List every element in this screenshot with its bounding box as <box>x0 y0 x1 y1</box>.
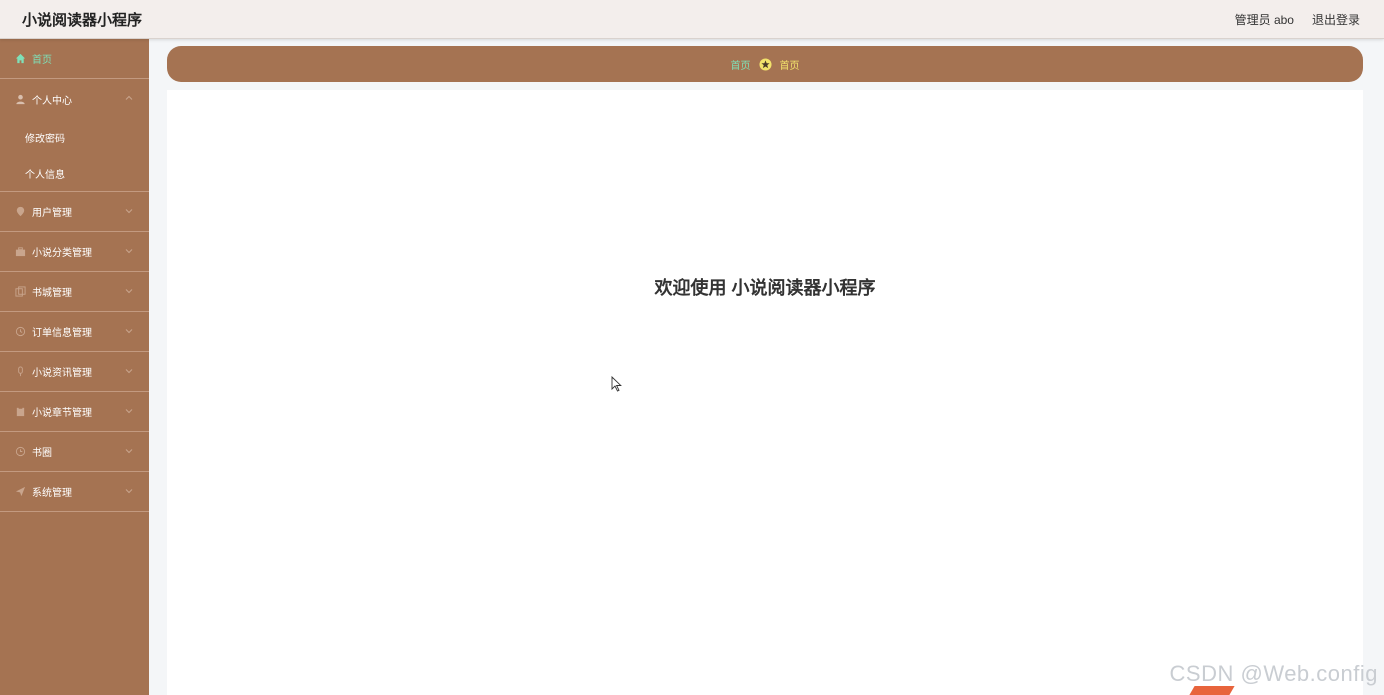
sidebar-item-label: 系统管理 <box>32 488 72 499</box>
sidebar-item-user-management[interactable]: 用户管理 <box>0 192 149 232</box>
chevron-down-icon <box>125 409 133 414</box>
user-label: 管理员 abo <box>1234 13 1294 27</box>
microphone-icon <box>14 366 26 378</box>
chevron-down-icon <box>125 329 133 334</box>
main-content: 欢迎使用 小说阅读器小程序 <box>167 90 1363 695</box>
clipboard-icon <box>14 406 26 418</box>
chevron-down-icon <box>125 449 133 454</box>
sidebar-item-personal-center[interactable]: 个人中心 <box>0 79 149 119</box>
sidebar: 首页 个人中心 修改密码 个人信息 用户管理 小说分类管理 书城管理 订单信息管… <box>0 39 149 695</box>
location-icon <box>14 206 26 218</box>
sidebar-item-label: 小说章节管理 <box>32 408 92 419</box>
sidebar-item-label: 首页 <box>32 55 52 66</box>
welcome-heading: 欢迎使用 小说阅读器小程序 <box>654 278 876 298</box>
sidebar-item-news-management[interactable]: 小说资讯管理 <box>0 352 149 392</box>
breadcrumb: 首页 首页 <box>167 46 1363 82</box>
mouse-cursor-icon <box>611 376 622 392</box>
sidebar-item-bookstore-management[interactable]: 书城管理 <box>0 272 149 312</box>
sidebar-item-label: 小说资讯管理 <box>32 368 92 379</box>
logout-button[interactable]: 退出登录 <box>1312 11 1360 28</box>
sidebar-item-category-management[interactable]: 小说分类管理 <box>0 232 149 272</box>
sidebar-item-label: 订单信息管理 <box>32 328 92 339</box>
sidebar-item-chapter-management[interactable]: 小说章节管理 <box>0 392 149 432</box>
chevron-down-icon <box>125 489 133 494</box>
chevron-down-icon <box>125 249 133 254</box>
chevron-up-icon <box>125 95 133 100</box>
watermark: CSDN @Web.config <box>1169 661 1378 686</box>
breadcrumb-current: 首页 <box>779 60 800 72</box>
chevron-down-icon <box>125 369 133 374</box>
sidebar-item-home[interactable]: 首页 <box>0 39 149 79</box>
time-icon <box>14 446 26 458</box>
app-title: 小说阅读器小程序 <box>22 12 143 29</box>
briefcase-icon <box>14 246 26 258</box>
sidebar-item-system-management[interactable]: 系统管理 <box>0 472 149 512</box>
breadcrumb-home-link[interactable]: 首页 <box>731 57 751 72</box>
chevron-down-icon <box>125 289 133 294</box>
sidebar-item-label: 书圈 <box>32 448 52 459</box>
chevron-down-icon <box>125 209 133 214</box>
user-icon <box>14 93 26 105</box>
send-icon <box>14 486 26 498</box>
sidebar-item-book-circle[interactable]: 书圈 <box>0 432 149 472</box>
user-area: 管理员 abo 退出登录 <box>1235 11 1360 28</box>
home-icon <box>14 53 26 65</box>
sidebar-item-label: 用户管理 <box>32 208 72 219</box>
sidebar-subitem-change-password[interactable]: 修改密码 <box>0 119 149 155</box>
sidebar-item-label: 小说分类管理 <box>32 248 92 259</box>
clock-icon <box>14 326 26 338</box>
star-icon <box>758 57 772 71</box>
sidebar-subitem-profile[interactable]: 个人信息 <box>0 155 149 191</box>
top-bar: 小说阅读器小程序 管理员 abo 退出登录 <box>0 0 1384 39</box>
copy-icon <box>14 286 26 298</box>
sidebar-item-order-management[interactable]: 订单信息管理 <box>0 312 149 352</box>
sidebar-item-label: 书城管理 <box>32 288 72 299</box>
sidebar-group-personal: 个人中心 修改密码 个人信息 <box>0 79 149 192</box>
sidebar-item-label: 个人中心 <box>32 95 72 107</box>
corner-decoration <box>1189 686 1235 695</box>
